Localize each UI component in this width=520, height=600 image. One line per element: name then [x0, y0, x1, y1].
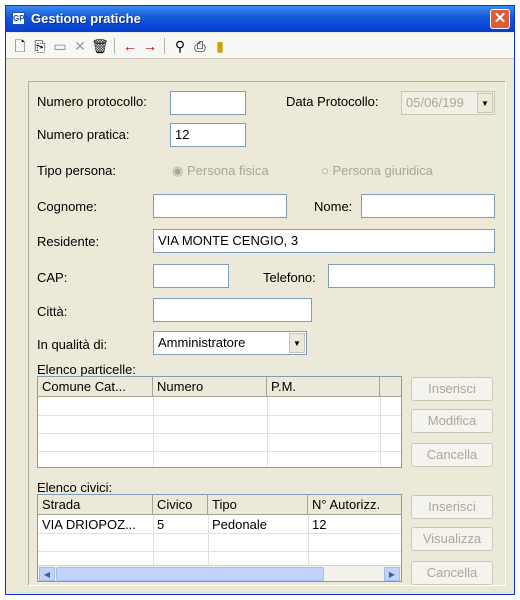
civici-horizontal-scrollbar[interactable]: ◀ ▶ [38, 565, 401, 581]
persona-giuridica-radio[interactable]: ○ Persona giuridica [321, 163, 433, 178]
civici-column-header[interactable]: Strada [38, 495, 153, 515]
persona-fisica-label: Persona fisica [186, 163, 269, 178]
scroll-thumb[interactable] [56, 567, 324, 581]
persona-fisica-radio[interactable]: ◉ Persona fisica [172, 163, 269, 179]
citta-label: Città: [37, 304, 68, 319]
nome-field[interactable] [361, 194, 495, 218]
copy-icon[interactable]: ⎘ [30, 36, 50, 56]
particelle-cancella-button[interactable]: Cancella [411, 443, 493, 467]
cap-field[interactable] [153, 264, 229, 288]
qualita-value: Amministratore [158, 335, 246, 350]
exit-icon[interactable]: ▮ [210, 36, 230, 56]
grid-line [38, 551, 401, 552]
grid-line [38, 533, 401, 534]
residente-label: Residente: [37, 234, 100, 249]
chevron-down-icon[interactable]: ▼ [477, 93, 493, 113]
save-icon[interactable]: ▭ [50, 36, 70, 56]
window-title: Gestione pratiche [31, 11, 141, 26]
toolbar-separator [114, 38, 115, 54]
cancel-icon[interactable]: ✕ [70, 36, 90, 56]
autorizz-cell: 12 [312, 517, 327, 532]
civici-visualizza-button[interactable]: Visualizza [411, 527, 493, 551]
data-protocollo-label: Data Protocollo: [286, 94, 379, 109]
particelle-label: Elenco particelle: [37, 362, 136, 377]
radio-selected-icon: ◉ [172, 163, 184, 178]
chevron-down-icon[interactable]: ▼ [289, 333, 305, 353]
delete-icon[interactable]: 🗑 [90, 36, 110, 56]
grid-line [38, 433, 401, 434]
cognome-field[interactable] [153, 194, 287, 218]
cognome-label: Cognome: [37, 199, 97, 214]
tipo-cell: Pedonale [212, 517, 267, 532]
data-protocollo-select[interactable]: 05/06/199 ▼ [401, 91, 495, 115]
grid-line [38, 451, 401, 452]
civici-grid[interactable]: Strada Civico Tipo N° Autorizz. VIA DRIO… [37, 494, 402, 582]
particelle-inserisci-button[interactable]: Inserisci [411, 377, 493, 401]
close-icon: ✕ [493, 10, 507, 27]
find-icon[interactable]: ⚲ [170, 36, 190, 56]
new-icon[interactable]: 🗋 [10, 36, 30, 56]
scroll-left-icon[interactable]: ◀ [39, 567, 55, 581]
particelle-column-header-filler [380, 377, 401, 397]
next-icon[interactable]: → [140, 36, 160, 56]
strada-cell: VIA DRIOPOZ... [42, 517, 136, 532]
citta-field[interactable] [153, 298, 312, 322]
gestione-pratiche-window: GP Gestione pratiche ✕ 🗋 ⎘ ▭ ✕ 🗑 ← → ⚲ ⎙… [5, 5, 515, 595]
cap-label: CAP: [37, 270, 68, 285]
qualita-select[interactable]: Amministratore ▼ [153, 331, 307, 355]
data-protocollo-value: 05/06/199 [406, 95, 464, 110]
close-button[interactable]: ✕ [490, 9, 510, 29]
particelle-modifica-button[interactable]: Modifica [411, 409, 493, 433]
qualita-label: In qualità di: [37, 337, 108, 352]
persona-giuridica-label: Persona giuridica [332, 163, 433, 178]
numero-pratica-field[interactable]: 12 [170, 123, 246, 147]
title-bar[interactable]: GP Gestione pratiche ✕ [6, 6, 514, 32]
telefono-label: Telefono: [263, 270, 316, 285]
particelle-column-header[interactable]: P.M. [267, 377, 380, 397]
civici-inserisci-button[interactable]: Inserisci [411, 495, 493, 519]
residente-field[interactable]: VIA MONTE CENGIO, 3 [153, 229, 495, 253]
civici-column-header[interactable]: N° Autorizz. [308, 495, 401, 515]
civici-label: Elenco civici: [37, 480, 113, 495]
particelle-column-header[interactable]: Numero [153, 377, 267, 397]
numero-pratica-label: Numero pratica: [37, 127, 130, 142]
particelle-grid[interactable]: Comune Cat... Numero P.M. [37, 376, 402, 468]
radio-unselected-icon: ○ [321, 163, 329, 178]
civico-cell: 5 [157, 517, 165, 532]
civici-column-header[interactable]: Tipo [208, 495, 308, 515]
telefono-field[interactable] [328, 264, 495, 288]
app-icon: GP [12, 12, 25, 25]
civici-cancella-button[interactable]: Cancella [411, 561, 493, 585]
prev-icon[interactable]: ← [120, 36, 140, 56]
tipo-persona-label: Tipo persona: [37, 163, 117, 178]
toolbar: 🗋 ⎘ ▭ ✕ 🗑 ← → ⚲ ⎙ ▮ [6, 33, 514, 59]
particelle-column-header[interactable]: Comune Cat... [38, 377, 153, 397]
nome-label: Nome: [314, 199, 353, 214]
toolbar-separator [164, 38, 165, 54]
grid-line [38, 415, 401, 416]
numero-protocollo-label: Numero protocollo: [37, 94, 147, 109]
civici-column-header[interactable]: Civico [153, 495, 208, 515]
print-icon[interactable]: ⎙ [190, 36, 210, 56]
scroll-right-icon[interactable]: ▶ [384, 567, 400, 581]
numero-protocollo-field[interactable] [170, 91, 246, 115]
